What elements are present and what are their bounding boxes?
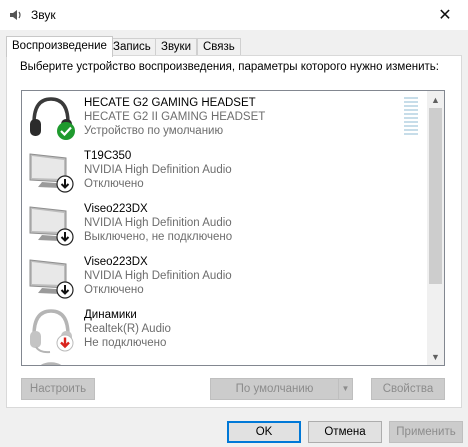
device-row[interactable]: HECATE G2 GAMING HEADSET HECATE G2 II GA… xyxy=(22,91,430,144)
tab-sounds[interactable]: Звуки xyxy=(155,38,198,56)
device-name: HECATE G2 GAMING HEADSET xyxy=(84,97,256,109)
playback-panel: Выберите устройство воспроизведения, пар… xyxy=(6,55,462,408)
scroll-thumb[interactable] xyxy=(429,108,442,284)
cancel-button[interactable]: Отмена xyxy=(308,421,382,443)
device-status: Выключено, не подключено xyxy=(84,231,233,243)
set-default-button[interactable]: По умолчанию ▼ xyxy=(210,378,353,400)
device-driver: Realtek(R) Audio xyxy=(84,323,171,335)
scroll-up-icon[interactable]: ▲ xyxy=(427,91,444,108)
close-button[interactable]: ✕ xyxy=(422,0,468,30)
title-bar: Звук ✕ xyxy=(0,0,468,30)
device-name: Viseo223DX xyxy=(84,203,148,215)
device-status: Устройство по умолчанию xyxy=(84,125,224,137)
speaker-app-icon xyxy=(10,10,21,20)
window-title: Звук xyxy=(31,8,56,22)
set-default-label: По умолчанию xyxy=(235,383,314,395)
device-list[interactable]: HECATE G2 GAMING HEADSET HECATE G2 II GA… xyxy=(21,90,445,366)
tab-communications[interactable]: Связь xyxy=(197,38,241,56)
device-row[interactable]: Динамики Realtek(R) Audio Не подключено xyxy=(22,303,430,356)
device-row[interactable]: Viseo223DX NVIDIA High Definition Audio … xyxy=(22,197,430,250)
unplugged-arrow-icon xyxy=(56,334,74,352)
device-status: Не подключено xyxy=(84,337,167,349)
device-name: T19C350 xyxy=(84,150,132,162)
device-status: Отключено xyxy=(84,178,144,190)
disabled-arrow-icon xyxy=(56,281,74,299)
ok-button[interactable]: OK xyxy=(227,421,301,443)
disabled-arrow-icon xyxy=(56,228,74,246)
disabled-arrow-icon xyxy=(56,175,74,193)
device-status: Отключено xyxy=(84,284,144,296)
device-row[interactable]: T19C350 NVIDIA High Definition Audio Отк… xyxy=(22,144,430,197)
headset-icon xyxy=(41,362,61,365)
apply-button[interactable]: Применить xyxy=(389,421,463,443)
tab-recording[interactable]: Запись xyxy=(107,38,157,56)
default-check-icon xyxy=(57,122,75,140)
chevron-down-icon[interactable]: ▼ xyxy=(338,379,352,399)
device-row[interactable] xyxy=(22,356,430,365)
list-scrollbar[interactable]: ▲ ▼ xyxy=(427,91,444,365)
device-driver: HECATE G2 II GAMING HEADSET xyxy=(84,111,266,123)
configure-button[interactable]: Настроить xyxy=(21,378,95,400)
scroll-down-icon[interactable]: ▼ xyxy=(427,348,444,365)
volume-meter xyxy=(404,97,418,137)
device-driver: NVIDIA High Definition Audio xyxy=(84,270,232,282)
device-row[interactable]: Viseo223DX NVIDIA High Definition Audio … xyxy=(22,250,430,303)
close-icon: ✕ xyxy=(438,7,452,24)
tab-playback[interactable]: Воспроизведение xyxy=(6,36,113,57)
device-driver: NVIDIA High Definition Audio xyxy=(84,217,232,229)
device-driver: NVIDIA High Definition Audio xyxy=(84,164,232,176)
properties-button[interactable]: Свойства xyxy=(371,378,445,400)
device-name: Динамики xyxy=(84,309,137,321)
device-name: Viseo223DX xyxy=(84,256,148,268)
instruction-text: Выберите устройство воспроизведения, пар… xyxy=(20,61,439,73)
